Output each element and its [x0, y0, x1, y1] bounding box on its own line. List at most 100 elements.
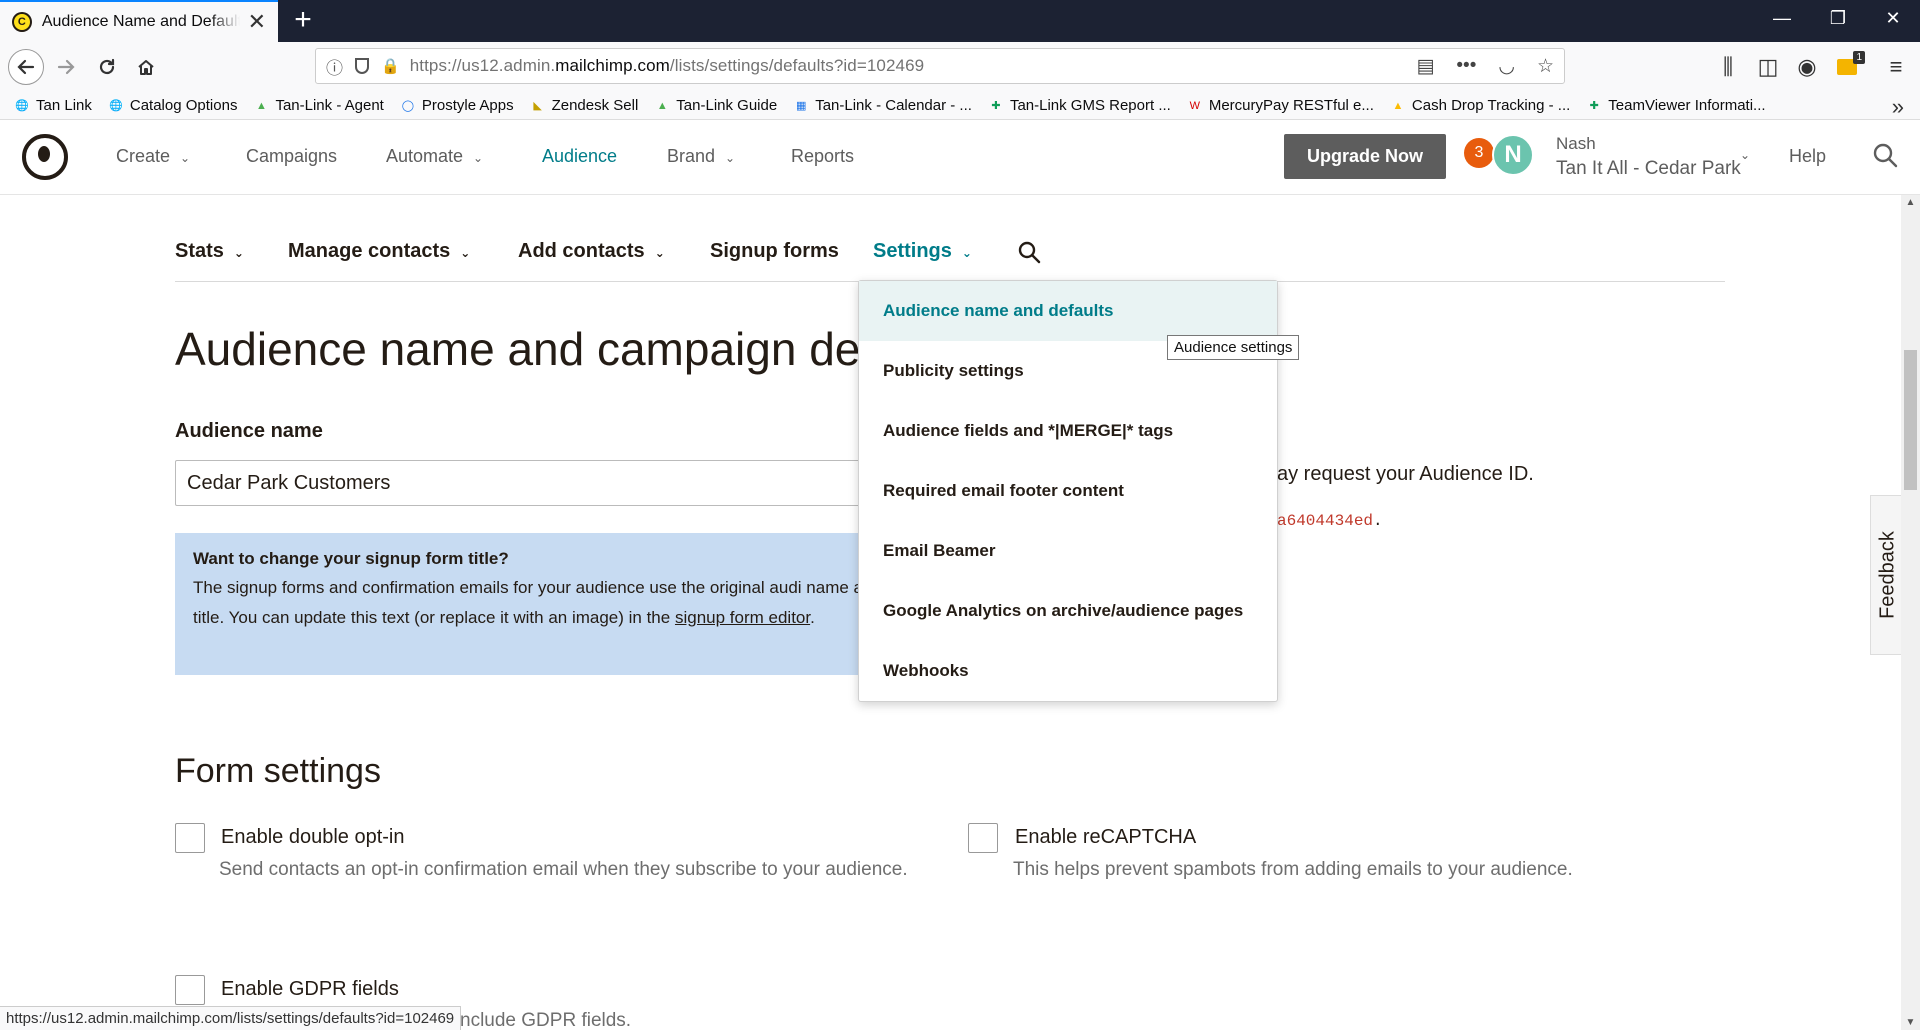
audience-name-input[interactable] [175, 460, 915, 506]
bookmarks-overflow-icon[interactable]: » [1892, 94, 1904, 120]
tanlink-icon: ▲ [256, 99, 267, 112]
back-arrow-icon [17, 59, 35, 75]
double-optin-label[interactable]: Enable double opt-in [221, 826, 404, 849]
recaptcha-description: This helps prevent spambots from adding … [1013, 859, 1573, 880]
scroll-down-icon[interactable]: ▼ [1901, 1017, 1920, 1028]
audience-name-label: Audience name [175, 420, 323, 442]
library-icon[interactable]: ⫼ [1712, 51, 1744, 83]
subnav-search-icon[interactable] [1017, 240, 1041, 264]
lock-icon[interactable]: 🔒 [381, 57, 400, 75]
nav-brand[interactable]: Brand ⌄ [667, 146, 735, 167]
account-user-name[interactable]: Nash [1556, 134, 1596, 154]
forward-button[interactable] [50, 51, 82, 83]
page-actions-icon[interactable]: ••• [1456, 55, 1476, 78]
browser-tab-bar: C Audience Name and Defaults for ✕ + — ❐… [0, 0, 1920, 42]
settings-menu-item[interactable]: Audience fields and *|MERGE|* tags [859, 401, 1277, 461]
tooltip: Audience settings [1167, 335, 1300, 360]
settings-menu-item[interactable]: Audience name and defaults [859, 281, 1277, 341]
recaptcha-checkbox[interactable] [968, 823, 998, 853]
form-settings-heading: Form settings [175, 752, 381, 790]
signup-form-editor-link[interactable]: signup form editor [675, 608, 810, 627]
browser-tab-active[interactable]: C Audience Name and Defaults for ✕ [0, 0, 278, 42]
bookmark-label: Catalog Options [129, 97, 238, 114]
minimize-icon[interactable]: — [1762, 8, 1802, 29]
account-chevron-down-icon[interactable]: ⌄ [1740, 148, 1750, 162]
double-optin-checkbox[interactable] [175, 823, 205, 853]
sidebar-icon[interactable]: ◫ [1752, 51, 1784, 83]
sheets-icon: ✚ [991, 100, 1001, 112]
home-button[interactable] [130, 51, 162, 83]
extension-icon[interactable]: 1 [1831, 51, 1865, 83]
bookmark-label: MercuryPay RESTful e... [1208, 97, 1374, 114]
drive-icon: ▲ [1392, 99, 1404, 112]
mailchimp-logo-icon[interactable] [22, 134, 68, 180]
nav-campaigns[interactable]: Campaigns [246, 146, 337, 167]
chevron-down-icon: ⌄ [725, 151, 736, 165]
restore-icon[interactable]: ❐ [1818, 8, 1858, 29]
gdpr-description: nclude GDPR fields. [460, 1010, 632, 1030]
reload-button[interactable] [91, 51, 123, 83]
subnav-settings[interactable]: Settings ⌄ [873, 240, 972, 263]
address-bar[interactable]: ⓘ 🔒 https://us12.admin.mailchimp.com/lis… [315, 48, 1565, 84]
bookmark-star-icon[interactable]: ☆ [1537, 55, 1554, 78]
recaptcha-label[interactable]: Enable reCAPTCHA [1015, 826, 1196, 849]
nav-create[interactable]: Create ⌄ [116, 146, 190, 167]
upgrade-now-button[interactable]: Upgrade Now [1284, 134, 1446, 179]
info-box-title: Want to change your signup form title? [193, 549, 509, 568]
bookmark-item[interactable]: ✚ Tan-Link GMS Report ... [988, 97, 1171, 114]
signup-title-info-box: Want to change your signup form title? T… [175, 533, 915, 675]
settings-menu-item[interactable]: Required email footer content [859, 461, 1277, 521]
page-scrollbar[interactable]: ▲ ▼ [1901, 195, 1920, 1030]
tab-title: Audience Name and Defaults for [41, 13, 240, 30]
tab-close-icon[interactable]: ✕ [248, 9, 266, 35]
nav-audience[interactable]: Audience [542, 146, 617, 167]
menu-icon[interactable]: ≡ [1880, 51, 1912, 83]
scrollbar-thumb[interactable] [1904, 350, 1917, 490]
back-button[interactable] [8, 49, 44, 85]
home-icon [138, 60, 154, 75]
new-tab-button[interactable]: + [288, 5, 318, 36]
bookmark-item[interactable]: ▲ Tan-Link - Agent [253, 97, 384, 114]
search-icon[interactable] [1872, 142, 1898, 168]
info-box-text: The signup forms and confirmation emails… [193, 578, 886, 627]
gdpr-label[interactable]: Enable GDPR fields [221, 978, 399, 1001]
subnav-add-contacts[interactable]: Add contacts ⌄ [518, 240, 665, 263]
tracking-shield-icon[interactable] [355, 58, 369, 74]
bookmark-item[interactable]: ▲ Tan-Link Guide [654, 97, 777, 114]
account-org-name[interactable]: Tan It All - Cedar Park [1556, 158, 1741, 180]
bookmark-item[interactable]: ◯ Prostyle Apps [400, 97, 514, 114]
scroll-up-icon[interactable]: ▲ [1901, 197, 1920, 208]
bookmark-item[interactable]: 🌐 Catalog Options [108, 97, 238, 114]
help-link[interactable]: Help [1789, 146, 1826, 167]
bookmark-label: Tan-Link GMS Report ... [1009, 97, 1171, 114]
bookmark-item[interactable]: ✚ TeamViewer Informati... [1586, 97, 1766, 114]
avatar[interactable]: N [1492, 134, 1534, 176]
nav-automate[interactable]: Automate ⌄ [386, 146, 483, 167]
settings-menu-item[interactable]: Webhooks [859, 641, 1277, 701]
info-icon[interactable]: ⓘ [326, 54, 343, 79]
sheets-icon: ✚ [1589, 100, 1599, 112]
settings-menu-item[interactable]: Email Beamer [859, 521, 1277, 581]
bookmark-item[interactable]: ◣ Zendesk Sell [530, 97, 638, 114]
page-title: Audience name and campaign de [175, 323, 861, 375]
window-close-icon[interactable]: ✕ [1873, 8, 1913, 29]
settings-menu-item[interactable]: Google Analytics on archive/audience pag… [859, 581, 1277, 641]
url-text[interactable]: https://us12.admin.mailchimp.com/lists/s… [410, 56, 925, 76]
reader-view-icon[interactable]: ▤ [1416, 55, 1434, 78]
audience-sub-nav: Stats ⌄ Manage contacts ⌄ Add contacts ⌄ Si… [175, 220, 1725, 282]
bookmark-item[interactable]: 🌐 Tan Link [14, 97, 92, 114]
subnav-signup-forms[interactable]: Signup forms [710, 240, 839, 263]
nav-reports[interactable]: Reports [791, 146, 854, 167]
subnav-manage-contacts[interactable]: Manage contacts ⌄ [288, 240, 470, 263]
gdpr-checkbox[interactable] [175, 975, 205, 1005]
reload-icon [99, 58, 115, 75]
bookmark-item[interactable]: ▲ Cash Drop Tracking - ... [1390, 97, 1570, 114]
pocket-icon[interactable]: ◡ [1498, 55, 1515, 78]
chevron-down-icon: ⌄ [233, 246, 244, 260]
feedback-label: Feedback [1876, 531, 1899, 619]
notification-badge[interactable]: 3 [1464, 138, 1494, 168]
bookmark-item[interactable]: ▦ Tan-Link - Calendar - ... [793, 97, 972, 114]
bookmark-item[interactable]: W MercuryPay RESTful e... [1187, 97, 1374, 114]
subnav-stats[interactable]: Stats ⌄ [175, 240, 244, 263]
account-icon[interactable]: ◉ [1791, 51, 1823, 83]
